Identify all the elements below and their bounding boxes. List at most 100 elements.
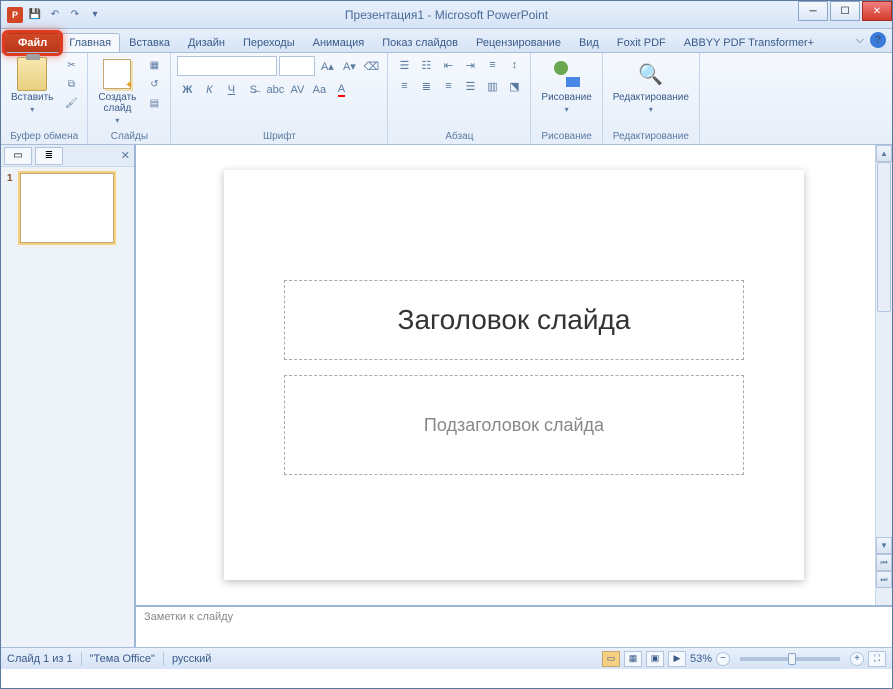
font-size-select[interactable] bbox=[279, 56, 315, 76]
separator bbox=[81, 652, 82, 666]
numbering-icon[interactable]: ☷ bbox=[416, 56, 436, 74]
bullets-icon[interactable]: ☰ bbox=[394, 56, 414, 74]
paste-button[interactable]: Вставить ▾ bbox=[7, 56, 57, 116]
help-icon[interactable]: ? bbox=[870, 32, 886, 48]
smartart-icon[interactable]: ⬔ bbox=[504, 77, 524, 95]
new-slide-icon bbox=[103, 59, 131, 89]
cut-icon[interactable]: ✂ bbox=[61, 56, 81, 74]
scroll-up-icon[interactable]: ▲ bbox=[876, 145, 892, 162]
align-center-icon[interactable]: ≣ bbox=[416, 77, 436, 95]
ribbon-tabs: Файл Главная Вставка Дизайн Переходы Ани… bbox=[1, 29, 892, 53]
line-spacing-icon[interactable]: ≡ bbox=[482, 56, 502, 74]
slide-panel: ▭ ≣ ✕ 1 bbox=[1, 145, 136, 647]
scroll-thumb[interactable] bbox=[877, 162, 891, 312]
ribbon: Вставить ▾ ✂ ⧉ 🖌 Буфер обмена Создать сл… bbox=[1, 53, 892, 145]
vertical-scrollbar[interactable]: ▲ ▼ ⏮ ⏭ bbox=[875, 145, 892, 605]
section-icon[interactable]: ▤ bbox=[144, 94, 164, 112]
zoom-in-icon[interactable]: + bbox=[850, 652, 864, 666]
zoom-slider[interactable] bbox=[740, 657, 840, 661]
slides-tab[interactable]: ▭ bbox=[4, 147, 32, 165]
minimize-ribbon-icon[interactable]: ⌵ bbox=[856, 34, 864, 47]
char-spacing-icon[interactable]: AV bbox=[287, 81, 307, 99]
reset-icon[interactable]: ↺ bbox=[144, 75, 164, 93]
undo-icon[interactable]: ↶ bbox=[47, 7, 63, 23]
normal-view-icon[interactable]: ▭ bbox=[602, 651, 620, 667]
close-button[interactable]: ✕ bbox=[862, 1, 892, 21]
group-slides-label: Слайды bbox=[94, 129, 164, 144]
next-slide-icon[interactable]: ⏭ bbox=[876, 571, 892, 588]
underline-icon[interactable]: Ч bbox=[221, 81, 241, 99]
sorter-view-icon[interactable]: ▦ bbox=[624, 651, 642, 667]
tab-foxit[interactable]: Foxit PDF bbox=[608, 33, 675, 52]
increase-indent-icon[interactable]: ⇥ bbox=[460, 56, 480, 74]
slide-canvas[interactable]: Заголовок слайда Подзаголовок слайда ▲ ▼… bbox=[136, 145, 892, 605]
tab-slideshow[interactable]: Показ слайдов bbox=[373, 33, 467, 52]
minimize-button[interactable]: ─ bbox=[798, 1, 828, 21]
shrink-font-icon[interactable]: A▾ bbox=[339, 57, 359, 75]
app-icon[interactable]: P bbox=[7, 7, 23, 23]
thumbnail-number: 1 bbox=[7, 173, 13, 184]
panel-close-icon[interactable]: ✕ bbox=[121, 149, 130, 162]
thumbnail-list: 1 bbox=[1, 167, 134, 254]
zoom-level[interactable]: 53% bbox=[690, 653, 712, 665]
tab-abbyy[interactable]: ABBYY PDF Transformer+ bbox=[675, 33, 823, 52]
notes-pane[interactable]: Заметки к слайду bbox=[136, 605, 892, 647]
editing-button[interactable]: 🔍 Редактирование ▾ bbox=[609, 56, 693, 116]
zoom-out-icon[interactable]: − bbox=[716, 652, 730, 666]
columns-icon[interactable]: ▥ bbox=[482, 77, 502, 95]
grow-font-icon[interactable]: A▴ bbox=[317, 57, 337, 75]
format-painter-icon[interactable]: 🖌 bbox=[61, 94, 81, 112]
layout-icon[interactable]: ▦ bbox=[144, 56, 164, 74]
clear-format-icon[interactable]: ⌫ bbox=[361, 57, 381, 75]
font-color-icon[interactable]: A bbox=[331, 81, 351, 99]
change-case-icon[interactable]: Aa bbox=[309, 81, 329, 99]
tab-design[interactable]: Дизайн bbox=[179, 33, 234, 52]
subtitle-placeholder[interactable]: Подзаголовок слайда bbox=[284, 375, 744, 475]
maximize-button[interactable]: ☐ bbox=[830, 1, 860, 21]
decrease-indent-icon[interactable]: ⇤ bbox=[438, 56, 458, 74]
tab-transitions[interactable]: Переходы bbox=[234, 33, 304, 52]
status-slide-count[interactable]: Слайд 1 из 1 bbox=[7, 653, 73, 665]
group-drawing-label: Рисование bbox=[537, 129, 595, 144]
font-family-select[interactable] bbox=[177, 56, 277, 76]
tab-review[interactable]: Рецензирование bbox=[467, 33, 570, 52]
tab-home[interactable]: Главная bbox=[60, 33, 120, 52]
tab-file-label: Файл bbox=[18, 37, 47, 49]
bold-icon[interactable]: Ж bbox=[177, 81, 197, 99]
subtitle-placeholder-text: Подзаголовок слайда bbox=[424, 415, 604, 436]
fit-window-icon[interactable]: ⛶ bbox=[868, 651, 886, 667]
tab-file[interactable]: Файл bbox=[5, 33, 60, 52]
save-icon[interactable]: 💾 bbox=[27, 7, 43, 23]
slideshow-view-icon[interactable]: ▶ bbox=[668, 651, 686, 667]
status-theme[interactable]: "Тема Office" bbox=[90, 653, 155, 665]
tab-view[interactable]: Вид bbox=[570, 33, 608, 52]
zoom-slider-thumb[interactable] bbox=[788, 653, 796, 665]
shadow-icon[interactable]: abc bbox=[265, 81, 285, 99]
justify-icon[interactable]: ☰ bbox=[460, 77, 480, 95]
outline-tab[interactable]: ≣ bbox=[35, 147, 63, 165]
align-left-icon[interactable]: ≡ bbox=[394, 77, 414, 95]
align-right-icon[interactable]: ≡ bbox=[438, 77, 458, 95]
reading-view-icon[interactable]: ▣ bbox=[646, 651, 664, 667]
quick-access-toolbar: P 💾 ↶ ↷ ▾ bbox=[1, 7, 103, 23]
slide-thumbnail[interactable] bbox=[20, 173, 114, 243]
slide-area: Заголовок слайда Подзаголовок слайда ▲ ▼… bbox=[136, 145, 892, 647]
group-font-label: Шрифт bbox=[177, 129, 381, 144]
text-direction-icon[interactable]: ↕ bbox=[504, 56, 524, 74]
tab-animations[interactable]: Анимация bbox=[304, 33, 374, 52]
italic-icon[interactable]: К bbox=[199, 81, 219, 99]
clipboard-icon bbox=[17, 57, 47, 91]
scroll-down-icon[interactable]: ▼ bbox=[876, 537, 892, 554]
strikethrough-icon[interactable]: S̶ bbox=[243, 81, 263, 99]
shapes-icon bbox=[552, 59, 582, 89]
status-language[interactable]: русский bbox=[172, 653, 211, 665]
copy-icon[interactable]: ⧉ bbox=[61, 75, 81, 93]
drawing-button[interactable]: Рисование ▾ bbox=[537, 56, 595, 116]
title-placeholder[interactable]: Заголовок слайда bbox=[284, 280, 744, 360]
group-editing: 🔍 Редактирование ▾ Редактирование bbox=[603, 53, 700, 144]
redo-icon[interactable]: ↷ bbox=[67, 7, 83, 23]
tab-insert[interactable]: Вставка bbox=[120, 33, 179, 52]
prev-slide-icon[interactable]: ⏮ bbox=[876, 554, 892, 571]
qat-dropdown-icon[interactable]: ▾ bbox=[87, 7, 103, 23]
new-slide-button[interactable]: Создать слайд ▾ bbox=[94, 56, 140, 127]
